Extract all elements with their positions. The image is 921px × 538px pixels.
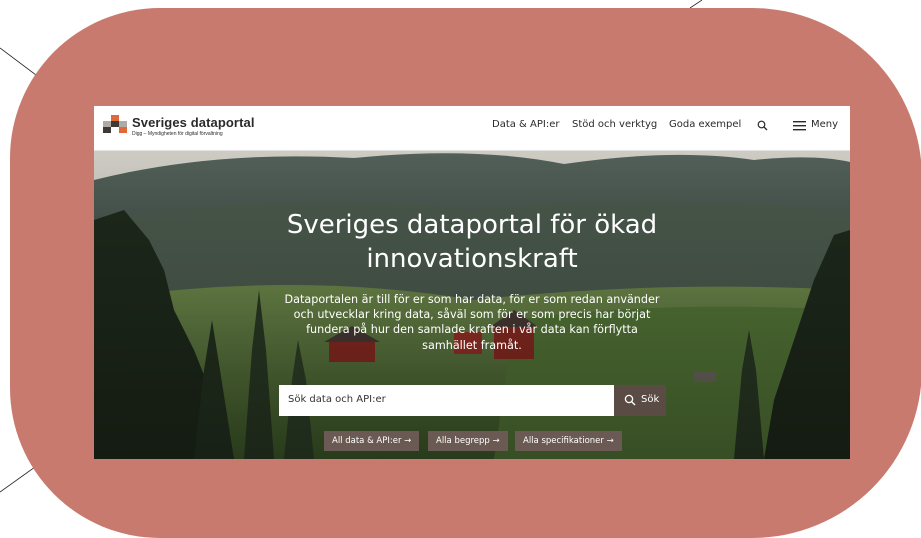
- search-input[interactable]: Sök data och API:er: [279, 385, 615, 416]
- search-icon[interactable]: [757, 120, 768, 131]
- search-button[interactable]: Sök: [614, 385, 666, 416]
- dataportal-logo-icon[interactable]: [102, 115, 128, 135]
- hero-text-line-2: och utvecklar kring data, såväl som för …: [293, 308, 651, 322]
- hero-text-line-1: Dataportalen är till för er som har data…: [284, 293, 660, 306]
- hero-description: Dataportalen är till för er som har data…: [279, 292, 665, 353]
- nav-data-apis[interactable]: Data & API:er: [492, 119, 560, 130]
- search-icon: [624, 394, 636, 406]
- chip-all-data-apis[interactable]: All data & API:er →: [324, 431, 420, 451]
- brand-subtitle: Digg – Myndigheten för digital förvaltni…: [132, 131, 223, 137]
- top-navigation-bar: Sveriges dataportal Digg – Myndigheten f…: [94, 106, 850, 151]
- nav-goda-exempel[interactable]: Goda exempel: [669, 119, 741, 130]
- hero-title-line-1: Sveriges dataportal för ökad: [286, 210, 658, 240]
- brand-title[interactable]: Sveriges dataportal: [132, 115, 255, 130]
- nav-stod-och-verktyg[interactable]: Stöd och verktyg: [572, 119, 657, 130]
- chip-alla-specifikationer[interactable]: Alla specifikationer →: [515, 431, 622, 451]
- hero-title: Sveriges dataportal för ökad innovations…: [94, 208, 850, 276]
- hero-text-line-3: fundera på hur den samlade kraften i vår…: [306, 323, 638, 337]
- hero-title-line-2: innovationskraft: [366, 244, 578, 274]
- browser-screenshot: Sveriges dataportal Digg – Myndigheten f…: [94, 106, 850, 459]
- menu-button[interactable]: Meny: [811, 119, 838, 130]
- chip-alla-begrepp[interactable]: Alla begrepp →: [428, 431, 508, 451]
- hero-text-line-4: samhället framåt.: [422, 338, 522, 352]
- hamburger-menu-icon[interactable]: [793, 121, 806, 131]
- search-button-label: Sök: [641, 394, 660, 405]
- search-placeholder: Sök data och API:er: [288, 394, 386, 405]
